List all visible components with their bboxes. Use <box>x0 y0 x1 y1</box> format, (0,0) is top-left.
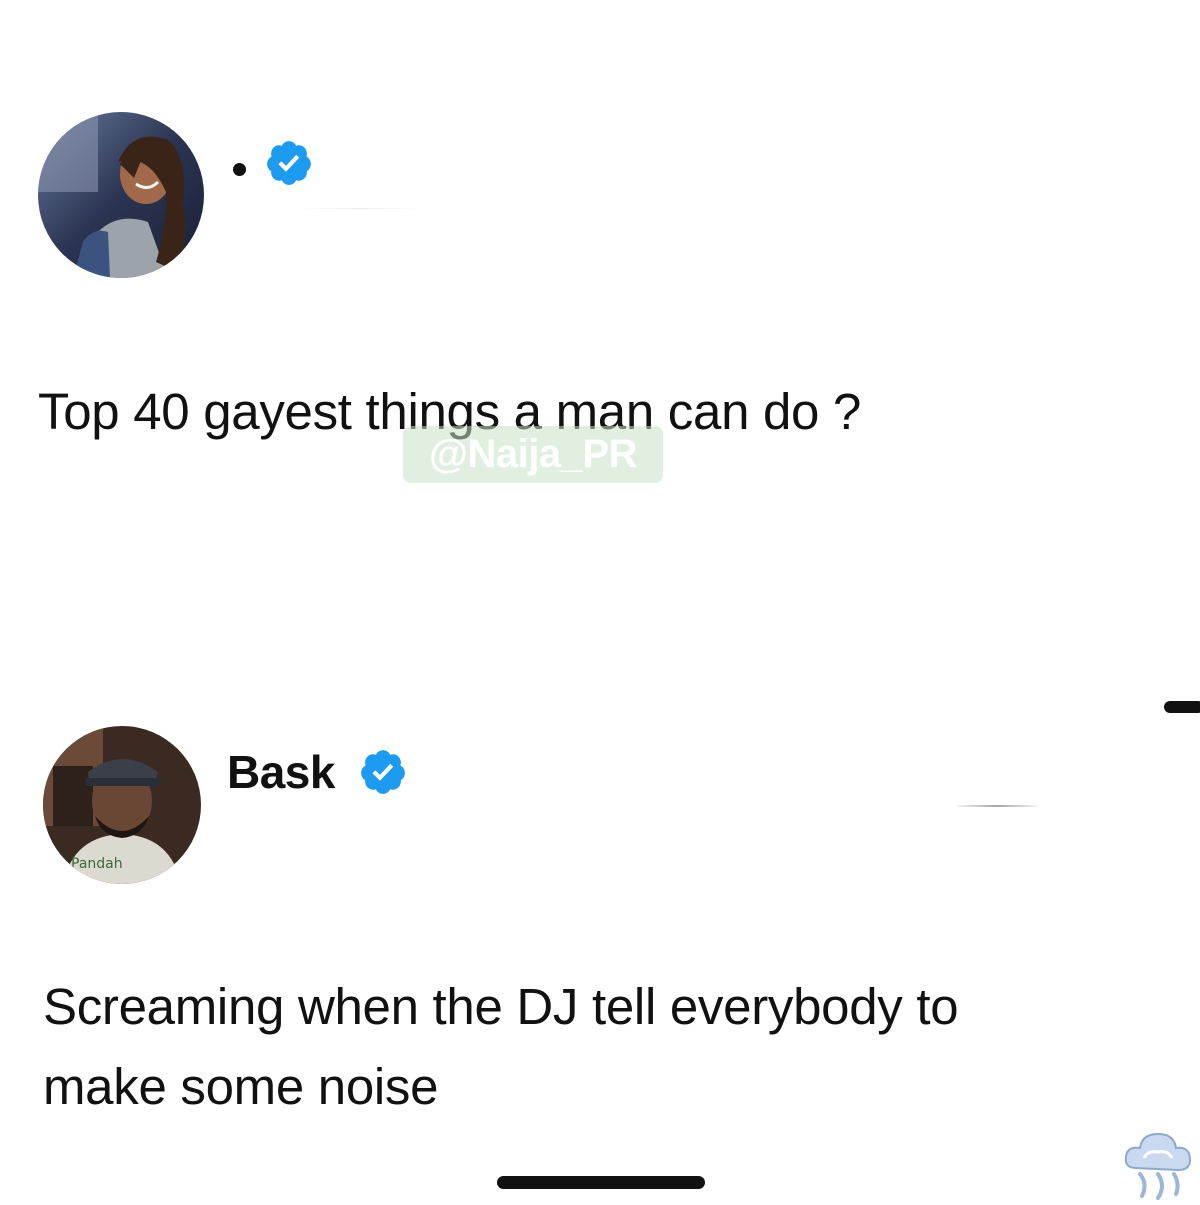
reply-tweet: Pandah Bask Screaming when the DJ tell e… <box>0 600 1200 1160</box>
verified-badge-icon <box>358 747 408 802</box>
original-tweet: Top 40 gayest things a man can do ? <box>0 0 1200 600</box>
display-name-dot[interactable] <box>233 163 246 176</box>
cloud-logo-icon <box>1118 1122 1198 1205</box>
tweet-text-line-2: make some noise <box>43 1058 439 1115</box>
display-name[interactable]: Bask <box>227 745 335 799</box>
avatar[interactable] <box>38 112 204 278</box>
watermark: @Naija_PR <box>403 426 663 483</box>
handle-placeholder <box>300 208 420 209</box>
tweet-text-line-1: Screaming when the DJ tell everybody to <box>43 978 959 1035</box>
avatar[interactable]: Pandah <box>43 726 201 884</box>
home-indicator[interactable] <box>497 1176 705 1189</box>
svg-text:Pandah: Pandah <box>71 856 123 872</box>
avatar-photo <box>38 112 204 278</box>
handle-placeholder <box>957 805 1037 807</box>
avatar-photo: Pandah <box>43 726 201 884</box>
verified-badge-icon <box>264 138 314 193</box>
